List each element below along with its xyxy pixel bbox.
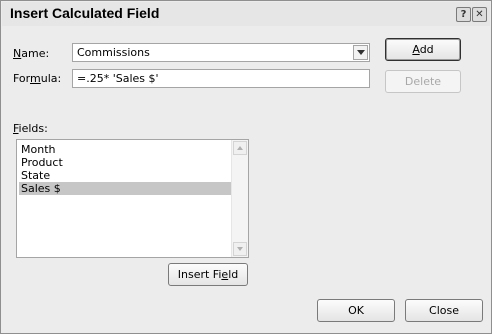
list-item[interactable]: Product [19,156,231,169]
close-icon[interactable]: ✕ [472,7,487,22]
name-combobox[interactable]: Commissions [72,43,370,62]
chevron-down-icon[interactable] [353,45,368,60]
ok-button[interactable]: OK [317,299,395,322]
insert-field-rest: ld [228,268,239,281]
list-item[interactable]: Sales $ [19,182,231,195]
list-item[interactable]: Month [19,143,231,156]
add-button-mnemonic: A [412,43,420,56]
fields-listbox[interactable]: Month Product State Sales $ [16,139,249,258]
formula-input[interactable]: =.25* 'Sales $' [72,69,370,88]
name-input-value: Commissions [77,46,150,59]
dialog-title: Insert Calculated Field [10,5,160,21]
scroll-down-icon[interactable] [233,242,247,256]
formula-label-rest: ula: [40,72,62,85]
insert-field-button[interactable]: Insert Field [168,263,248,286]
scroll-up-icon[interactable] [233,141,247,155]
name-label: Name: [13,47,49,60]
insert-calculated-field-dialog: Insert Calculated Field ? ✕ Name: Commis… [0,0,492,334]
add-button-rest: dd [419,43,434,56]
fields-label-rest: ields: [18,122,48,135]
add-button[interactable]: Add [385,38,461,61]
name-label-mnemonic: N [13,47,22,60]
formula-input-value: =.25* 'Sales $' [77,72,159,85]
formula-label-mnemonic: m [30,72,41,85]
formula-label-text: For [13,72,30,85]
name-label-rest: ame: [21,47,50,60]
delete-button[interactable]: Delete [385,70,461,93]
fields-label: Fields: [13,122,48,135]
insert-field-pre: Insert Fi [177,268,222,281]
formula-label: Formula: [13,72,61,85]
vertical-scrollbar[interactable] [231,140,248,257]
list-item[interactable]: State [19,169,231,182]
title-bar[interactable]: Insert Calculated Field ? ✕ [2,2,490,26]
help-icon[interactable]: ? [456,7,471,22]
close-button[interactable]: Close [405,299,483,322]
